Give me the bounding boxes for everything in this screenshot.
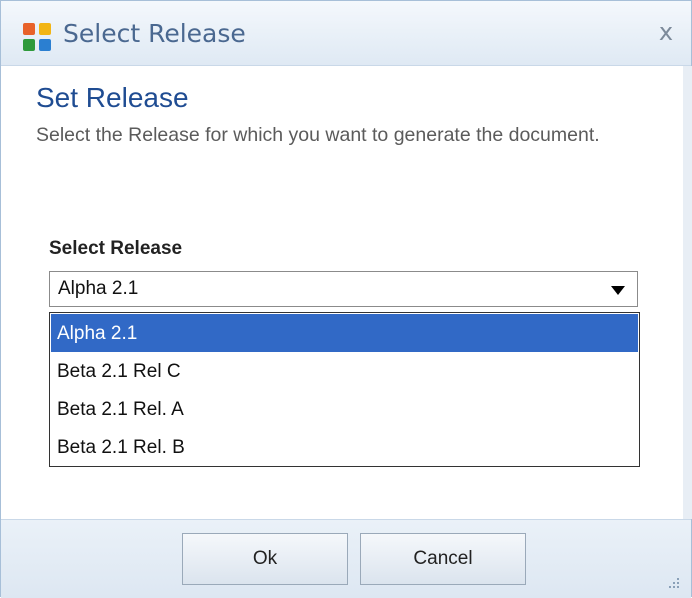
dialog-title: Select Release bbox=[63, 19, 246, 48]
title-bar[interactable]: Select Release x bbox=[1, 1, 691, 66]
section-heading: Set Release bbox=[36, 82, 189, 113]
dropdown-arrow-icon[interactable] bbox=[611, 286, 625, 295]
dropdown-option[interactable]: Beta 2.1 Rel. A bbox=[51, 390, 638, 428]
app-logo-icon bbox=[23, 23, 51, 51]
release-select-value: Alpha 2.1 bbox=[58, 278, 139, 299]
release-select[interactable]: Alpha 2.1 bbox=[49, 271, 638, 307]
select-release-dialog: Select Release x Set Release Select the … bbox=[0, 0, 692, 598]
section-description: Select the Release for which you want to… bbox=[36, 124, 600, 146]
dialog-content: Set Release Select the Release for which… bbox=[1, 66, 692, 519]
dialog-footer: Ok Cancel bbox=[1, 519, 691, 598]
dropdown-option[interactable]: Beta 2.1 Rel C bbox=[51, 352, 638, 390]
dropdown-option[interactable]: Beta 2.1 Rel. B bbox=[51, 428, 638, 466]
cancel-button[interactable]: Cancel bbox=[360, 533, 526, 585]
dropdown-option[interactable]: Alpha 2.1 bbox=[51, 314, 638, 352]
release-dropdown-list: Alpha 2.1 Beta 2.1 Rel C Beta 2.1 Rel. A… bbox=[49, 312, 640, 467]
close-icon[interactable]: x bbox=[653, 19, 679, 45]
resize-grip-icon[interactable] bbox=[665, 574, 681, 590]
ok-button[interactable]: Ok bbox=[182, 533, 348, 585]
select-release-label: Select Release bbox=[49, 238, 183, 259]
